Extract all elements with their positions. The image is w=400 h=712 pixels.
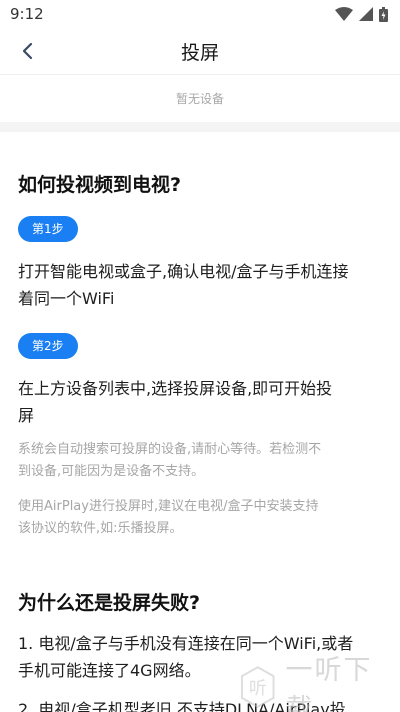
app-bar: 投屏 <box>0 28 400 74</box>
watermark-logo-icon: 听 <box>240 666 275 708</box>
device-list: 暂无设备 <box>0 74 400 122</box>
step-2-line-2: 屏 <box>18 406 35 425</box>
no-device-text: 暂无设备 <box>175 92 224 106</box>
svg-text:听: 听 <box>249 678 267 699</box>
hint-search-line-2: 到设备,可能因为是设备不支持。 <box>18 464 205 479</box>
status-time: 9:12 <box>10 5 44 23</box>
hint-airplay-line-1: 使用AirPlay进行投屏时,建议在电视/盒子中安装支持 <box>18 499 319 514</box>
cellular-signal-icon <box>359 7 373 21</box>
wifi-icon <box>335 7 353 21</box>
watermark-text: 一听下载 <box>285 655 373 712</box>
step-2-line-1: 在上方设备列表中,选择投屏设备,即可开始投 <box>18 379 333 398</box>
step-2-text: 在上方设备列表中,选择投屏设备,即可开始投 屏 <box>18 375 388 429</box>
battery-icon <box>379 6 388 22</box>
watermark: 听 一听下载 <box>236 655 400 712</box>
step-1-line-1: 打开智能电视或盒子,确认电视/盒子与手机连接 <box>18 262 349 281</box>
step-1-text: 打开智能电视或盒子,确认电视/盒子与手机连接 着同一个WiFi <box>18 258 388 312</box>
hint-airplay: 使用AirPlay进行投屏时,建议在电视/盒子中安装支持 该协议的软件,如:乐播… <box>18 496 388 540</box>
faq-title: 为什么还是投屏失败? <box>18 592 201 614</box>
section-divider <box>0 122 400 132</box>
guide-title: 如何投视频到电视? <box>18 174 182 196</box>
step-1-line-2: 着同一个WiFi <box>18 289 115 308</box>
step-1-badge: 第1步 <box>18 216 78 242</box>
status-icons <box>335 6 388 22</box>
back-button[interactable] <box>12 36 42 66</box>
status-bar: 9:12 <box>0 0 400 28</box>
hint-search: 系统会自动搜索可投屏的设备,请耐心等待。若检测不 到设备,可能因为是设备不支持。 <box>18 439 388 483</box>
step-2-badge: 第2步 <box>18 333 78 359</box>
chevron-left-icon <box>22 42 33 60</box>
hint-search-line-1: 系统会自动搜索可投屏的设备,请耐心等待。若检测不 <box>18 442 322 457</box>
page-title: 投屏 <box>180 41 219 64</box>
hint-airplay-line-2: 该协议的软件,如:乐播投屏。 <box>18 521 183 536</box>
